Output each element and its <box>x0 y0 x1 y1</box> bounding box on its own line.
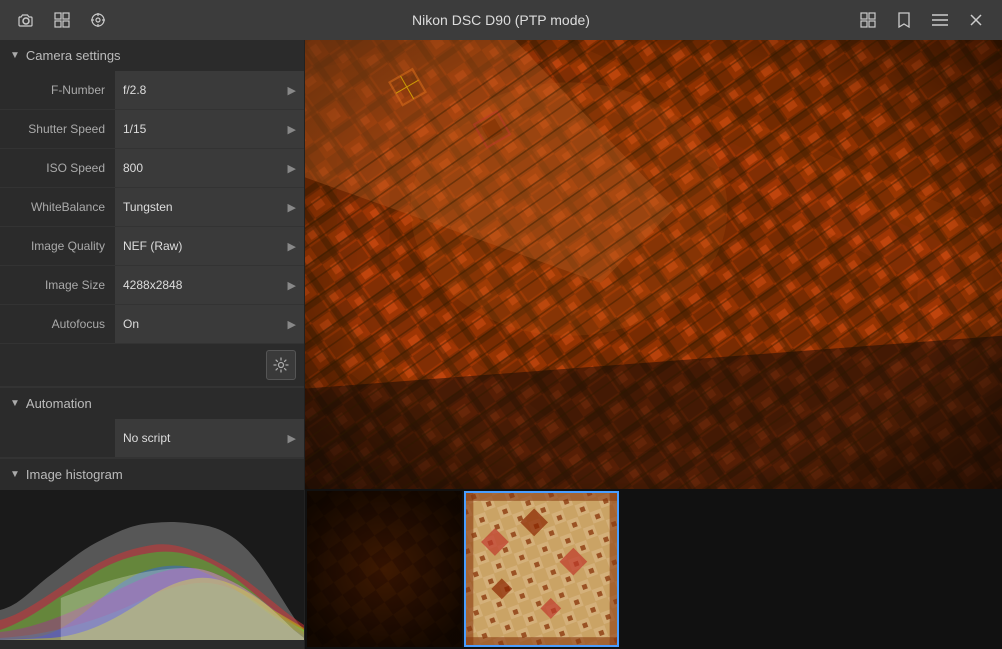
settings-chevron-3: ▶ <box>288 201 296 214</box>
settings-chevron-6: ▶ <box>288 318 296 331</box>
target-icon-btn[interactable] <box>82 4 114 36</box>
histogram-label: Image histogram <box>26 467 123 482</box>
main-photo-area[interactable] <box>305 40 1002 489</box>
main-content: ▼ Camera settings F-Numberf/2.8▶Shutter … <box>0 40 1002 649</box>
right-panel <box>305 40 1002 649</box>
settings-chevron-2: ▶ <box>288 162 296 175</box>
titlebar-left <box>10 4 114 36</box>
gear-button[interactable] <box>266 350 296 380</box>
settings-chevron-0: ▶ <box>288 84 296 97</box>
script-label <box>0 432 115 444</box>
settings-value-6[interactable]: On ▶ <box>115 305 304 343</box>
camera-settings-label: Camera settings <box>26 48 121 63</box>
settings-label-4: Image Quality <box>0 233 115 259</box>
settings-value-text-6: On <box>123 317 139 331</box>
settings-rows: F-Numberf/2.8▶Shutter Speed1/15▶ISO Spee… <box>0 71 304 344</box>
settings-label-3: WhiteBalance <box>0 194 115 220</box>
settings-value-text-5: 4288x2848 <box>123 278 182 292</box>
camera-settings-header[interactable]: ▼ Camera settings <box>0 40 304 71</box>
histogram-container <box>0 490 304 640</box>
settings-label-6: Autofocus <box>0 311 115 337</box>
settings-value-text-2: 800 <box>123 161 143 175</box>
settings-value-text-0: f/2.8 <box>123 83 146 97</box>
histogram-header[interactable]: ▼ Image histogram <box>0 459 304 490</box>
grid-view-button[interactable] <box>852 4 884 36</box>
settings-chevron-4: ▶ <box>288 240 296 253</box>
settings-value-5[interactable]: 4288x2848 ▶ <box>115 266 304 304</box>
settings-row-6: Autofocus On ▶ <box>0 305 304 344</box>
photo-strip <box>305 489 1002 649</box>
histogram-svg <box>0 490 304 640</box>
script-value[interactable]: No script ▶ <box>115 419 304 457</box>
script-row: No script ▶ <box>0 419 304 458</box>
script-value-text: No script <box>123 431 170 445</box>
settings-label-0: F-Number <box>0 77 115 103</box>
settings-row-2: ISO Speed 800 ▶ <box>0 149 304 188</box>
settings-row-5: Image Size 4288x2848 ▶ <box>0 266 304 305</box>
camera-settings-arrow: ▼ <box>10 50 20 61</box>
camera-icon-btn[interactable] <box>10 4 42 36</box>
settings-value-4[interactable]: NEF (Raw) ▶ <box>115 227 304 265</box>
settings-value-3[interactable]: Tungsten ▶ <box>115 188 304 226</box>
settings-value-text-3: Tungsten <box>123 200 173 214</box>
main-photo-svg <box>305 40 1002 489</box>
automation-section: ▼ Automation No script ▶ <box>0 387 304 458</box>
settings-chevron-5: ▶ <box>288 279 296 292</box>
script-chevron: ▶ <box>288 432 296 445</box>
automation-header[interactable]: ▼ Automation <box>0 388 304 419</box>
settings-label-2: ISO Speed <box>0 155 115 181</box>
menu-button[interactable] <box>924 4 956 36</box>
settings-row-3: WhiteBalance Tungsten ▶ <box>0 188 304 227</box>
titlebar-right <box>852 4 992 36</box>
photo-thumb-1[interactable] <box>307 491 462 647</box>
automation-arrow: ▼ <box>10 398 20 409</box>
histogram-arrow: ▼ <box>10 469 20 480</box>
close-button[interactable] <box>960 4 992 36</box>
left-panel: ▼ Camera settings F-Numberf/2.8▶Shutter … <box>0 40 305 649</box>
settings-value-text-4: NEF (Raw) <box>123 239 182 253</box>
titlebar: Nikon DSC D90 (PTP mode) <box>0 0 1002 40</box>
settings-row-0: F-Number f/2.8 ▶ <box>0 71 304 110</box>
bookmark-button[interactable] <box>888 4 920 36</box>
grid-icon-btn[interactable] <box>46 4 78 36</box>
settings-row-1: Shutter Speed 1/15 ▶ <box>0 110 304 149</box>
histogram-section: ▼ Image histogram <box>0 458 304 649</box>
settings-value-1[interactable]: 1/15 ▶ <box>115 110 304 148</box>
settings-value-2[interactable]: 800 ▶ <box>115 149 304 187</box>
settings-footer <box>0 344 304 387</box>
automation-label: Automation <box>26 396 92 411</box>
settings-value-text-1: 1/15 <box>123 122 146 136</box>
window-title: Nikon DSC D90 (PTP mode) <box>412 12 590 28</box>
settings-chevron-1: ▶ <box>288 123 296 136</box>
photo-thumb-2[interactable] <box>464 491 619 647</box>
settings-row-4: Image Quality NEF (Raw) ▶ <box>0 227 304 266</box>
titlebar-icons <box>10 4 114 36</box>
settings-label-1: Shutter Speed <box>0 116 115 142</box>
settings-value-0[interactable]: f/2.8 ▶ <box>115 71 304 109</box>
settings-label-5: Image Size <box>0 272 115 298</box>
